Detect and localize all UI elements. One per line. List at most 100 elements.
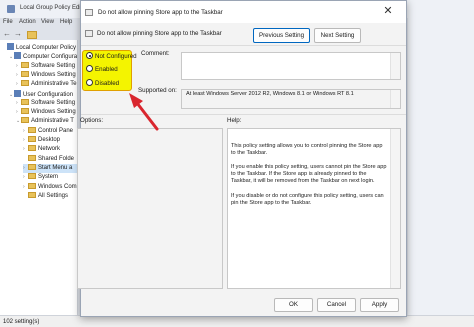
- tree-node-label: Local Computer Policy: [16, 45, 77, 51]
- folder-icon: [21, 61, 29, 68]
- tree-node[interactable]: › Software Setting: [16, 98, 77, 108]
- folder-icon: [28, 163, 36, 170]
- options-panel: [77, 128, 223, 289]
- editor-title: Local Group Policy Edit: [20, 5, 83, 11]
- supported-on-label: Supported on:: [138, 87, 177, 94]
- folder-icon: [28, 191, 36, 198]
- next-setting-button[interactable]: Next Setting: [314, 28, 361, 43]
- tree-node[interactable]: › Software Setting: [16, 61, 77, 71]
- tree-node-label: Software Setting: [31, 62, 76, 69]
- supported-scrollbar[interactable]: [390, 90, 400, 108]
- comment-label: Comment:: [141, 50, 170, 57]
- help-scrollbar[interactable]: [390, 129, 400, 288]
- menu-file[interactable]: File: [3, 19, 13, 25]
- tree-node[interactable]: › Windows Setting: [16, 108, 77, 117]
- enabled-radio[interactable]: Enabled: [86, 65, 118, 75]
- tree-node-label: Windows Setting: [31, 71, 76, 78]
- tree-node[interactable]: ⌄ User Configuration: [9, 89, 77, 99]
- tree-node[interactable]: › System: [23, 173, 77, 182]
- folder-icon: [21, 108, 29, 115]
- forward-icon[interactable]: →: [14, 29, 22, 38]
- tree-node-label: Administrative Te: [31, 81, 77, 88]
- folder-icon: [28, 145, 36, 152]
- folder-icon: [21, 117, 29, 124]
- menu-view[interactable]: View: [41, 19, 54, 25]
- not-configured-label: Not Configured: [95, 53, 137, 60]
- folder-icon[interactable]: [27, 31, 37, 39]
- tree-node-label: Start Menu a: [38, 164, 73, 171]
- folder-icon: [28, 154, 36, 161]
- back-icon[interactable]: ←: [3, 29, 11, 38]
- tree-node-label: Computer Configura: [23, 54, 78, 61]
- tree-node-label: Windows Setting: [31, 109, 76, 116]
- tree-node[interactable]: All Settings: [23, 191, 77, 201]
- policy-name: Do not allow pinning Store app to the Ta…: [97, 30, 222, 37]
- enabled-label: Enabled: [95, 66, 118, 73]
- tree-node-label: Desktop: [38, 137, 61, 143]
- tree-node[interactable]: ⌄ Computer Configura: [9, 52, 78, 61]
- menu-help[interactable]: Help: [60, 19, 72, 25]
- state-radio-group-highlight: Not Configured Enabled Disabled: [82, 50, 137, 91]
- ok-button[interactable]: OK: [274, 298, 313, 312]
- folder-icon: [21, 98, 29, 105]
- help-label: Help:: [227, 117, 242, 124]
- radio-unchecked-icon: [86, 65, 93, 72]
- radio-unchecked-icon: [86, 79, 93, 86]
- comment-textarea[interactable]: [181, 52, 401, 80]
- tree-node[interactable]: Local Computer Policy: [2, 43, 77, 52]
- help-paragraph: If you enable this policy setting, users…: [231, 164, 387, 184]
- editor-menu-bar: File Action View Help: [0, 18, 80, 28]
- tree-node[interactable]: › Windows Com: [23, 182, 77, 192]
- supported-on-value: At least Windows Server 2012 R2, Windows…: [186, 91, 354, 97]
- help-paragraph: If you disable or do not configure this …: [231, 193, 384, 206]
- tree-node-label: Administrative T: [31, 118, 74, 125]
- previous-setting-button[interactable]: Previous Setting: [253, 28, 310, 43]
- policy-icon: [14, 52, 21, 60]
- tree-node-label: All Settings: [38, 192, 69, 199]
- divider: [81, 114, 406, 115]
- divider: [81, 45, 406, 46]
- folder-icon: [28, 126, 36, 133]
- editor-toolbar: ← →: [0, 28, 80, 40]
- tree-node-label: Network: [38, 146, 61, 153]
- cancel-button[interactable]: Cancel: [317, 298, 356, 312]
- tree-node-label: User Configuration: [23, 91, 74, 98]
- policy-icon: [7, 43, 14, 50]
- help-paragraph: This policy setting allows you to contro…: [231, 143, 383, 156]
- tree-node[interactable]: › Desktop: [23, 136, 77, 145]
- folder-icon: [28, 173, 36, 180]
- disabled-radio[interactable]: Disabled: [86, 79, 119, 89]
- apply-button[interactable]: Apply: [360, 298, 399, 312]
- tree-node[interactable]: › Administrative Te: [16, 80, 77, 89]
- menu-action[interactable]: Action: [19, 19, 36, 25]
- folder-icon: [21, 70, 29, 77]
- tree-node-label: Control Pane: [38, 127, 74, 134]
- folder-icon: [21, 80, 29, 87]
- not-configured-radio[interactable]: Not Configured: [86, 52, 137, 62]
- gpedit-app-icon: [7, 5, 15, 13]
- tree-node[interactable]: › Control Pane: [23, 126, 77, 136]
- dialog-title: Do not allow pinning Store app to the Ta…: [98, 9, 223, 16]
- tree-node[interactable]: Shared Folde: [23, 154, 77, 164]
- tree-node-label: Shared Folde: [38, 155, 75, 162]
- disabled-label: Disabled: [95, 80, 120, 87]
- policy-setting-icon: [85, 9, 93, 16]
- radio-checked-icon: [86, 52, 93, 59]
- tree-node-label: System: [38, 174, 59, 181]
- policy-icon: [14, 89, 21, 97]
- dialog-title-bar: Do not allow pinning Store app to the Ta…: [81, 1, 406, 23]
- policy-setting-dialog: Do not allow pinning Store app to the Ta…: [77, 0, 407, 317]
- tree-node[interactable]: › Network: [23, 145, 77, 154]
- policy-tree[interactable]: Local Computer Policy ⌄ Computer Configura…: [0, 40, 78, 315]
- tree-node[interactable]: › Windows Setting: [16, 70, 77, 80]
- tree-node-label: Software Setting: [31, 99, 76, 106]
- options-label: Options:: [80, 117, 104, 124]
- close-button[interactable]: ✕: [371, 2, 405, 21]
- comment-scrollbar[interactable]: [390, 53, 400, 79]
- folder-icon: [28, 182, 36, 189]
- tree-node[interactable]: ⌄ Administrative T: [16, 117, 77, 126]
- tree-node-label: Windows Com: [38, 183, 77, 190]
- tree-node[interactable]: › Start Menu a: [23, 163, 77, 173]
- editor-right-pane: [408, 18, 474, 315]
- status-text: 102 setting(s): [3, 319, 40, 325]
